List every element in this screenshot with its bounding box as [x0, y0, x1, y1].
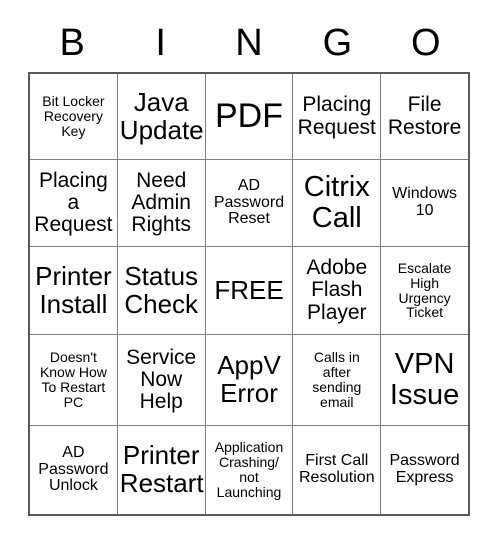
bingo-cell-o3[interactable]: Escalate High Urgency Ticket [381, 247, 468, 335]
bingo-cell-g5[interactable]: First Call Resolution [293, 426, 382, 514]
bingo-cell-label: Placing a Request [34, 168, 113, 237]
bingo-cell-label: Adobe Flash Player [306, 256, 368, 324]
bingo-cell-n5[interactable]: Application Crashing/ not Launching [205, 426, 294, 514]
bingo-cell-o1[interactable]: File Restore [381, 74, 468, 160]
bingo-header-row: B I N G O [28, 0, 470, 72]
bingo-row: Printer Install Status Check FREE Adobe … [30, 247, 468, 335]
bingo-cell-i2[interactable]: Need Admin Rights [117, 160, 206, 247]
bingo-cell-b3[interactable]: Printer Install [30, 247, 118, 335]
bingo-cell-label: Printer Install [35, 260, 112, 319]
bingo-cell-label: Escalate High Urgency Ticket [397, 259, 452, 321]
bingo-cell-i4[interactable]: Service Now Help [117, 335, 206, 426]
bingo-cell-label: Doesn't Know How To Restart PC [39, 349, 107, 410]
bingo-cell-label: Status Check [124, 260, 199, 319]
bingo-cell-o5[interactable]: Password Express [381, 426, 468, 514]
bingo-header-letter-g: G [322, 22, 353, 64]
bingo-row: Bit Locker Recovery Key Java Update PDF … [30, 74, 468, 160]
bingo-cell-label: Application Crashing/ not Launching [214, 439, 284, 500]
bingo-cell-g3[interactable]: Adobe Flash Player [293, 247, 382, 335]
bingo-row: Doesn't Know How To Restart PC Service N… [30, 335, 468, 426]
bingo-cell-g4[interactable]: Calls in after sending email [293, 335, 382, 426]
bingo-cell-n1[interactable]: PDF [205, 74, 294, 160]
bingo-header-letter-i: I [155, 22, 166, 64]
bingo-cell-label: AD Password Unlock [38, 443, 109, 495]
bingo-cell-g2[interactable]: Citrix Call [293, 160, 382, 247]
bingo-cell-label: Windows 10 [392, 185, 458, 219]
bingo-cell-n2[interactable]: AD Password Reset [205, 160, 294, 247]
bingo-cell-label: Bit Locker Recovery Key [42, 93, 105, 139]
bingo-cell-label: FREE [214, 274, 284, 305]
bingo-cell-b2[interactable]: Placing a Request [30, 160, 118, 247]
bingo-cell-label: File Restore [387, 93, 462, 139]
bingo-cell-label: Password Express [389, 452, 460, 486]
bingo-cell-label: Citrix Call [303, 171, 370, 234]
bingo-cell-label: AppV Error [217, 350, 281, 408]
bingo-card: B I N G O Bit Locker Recovery Key Java U… [28, 0, 470, 516]
bingo-cell-i1[interactable]: Java Update [117, 74, 206, 160]
bingo-cell-b5[interactable]: AD Password Unlock [30, 426, 118, 514]
bingo-row: Placing a Request Need Admin Rights AD P… [30, 160, 468, 247]
bingo-cell-label: Need Admin Rights [131, 168, 191, 237]
bingo-cell-label: Java Update [119, 86, 204, 145]
bingo-header-letter-o: O [411, 22, 441, 64]
bingo-cell-g1[interactable]: Placing Request [293, 74, 382, 160]
bingo-cell-n4[interactable]: AppV Error [205, 335, 294, 426]
bingo-cell-label: Printer Restart [119, 440, 204, 498]
bingo-cell-free-space[interactable]: FREE [205, 247, 294, 335]
bingo-cell-i3[interactable]: Status Check [117, 247, 206, 335]
bingo-cell-label: First Call Resolution [298, 452, 375, 486]
bingo-header-letter-b: B [59, 22, 85, 64]
bingo-grid: Bit Locker Recovery Key Java Update PDF … [28, 72, 470, 516]
bingo-cell-i5[interactable]: Printer Restart [117, 426, 206, 514]
bingo-cell-b1[interactable]: Bit Locker Recovery Key [30, 74, 118, 160]
bingo-cell-label: AD Password Reset [213, 176, 285, 228]
bingo-cell-label: VPN Issue [389, 348, 460, 411]
bingo-cell-label: PDF [214, 97, 283, 136]
bingo-cell-label: Calls in after sending email [312, 349, 362, 410]
bingo-cell-o4[interactable]: VPN Issue [381, 335, 468, 426]
bingo-cell-label: Service Now Help [126, 345, 197, 414]
bingo-cell-b4[interactable]: Doesn't Know How To Restart PC [30, 335, 118, 426]
bingo-cell-o2[interactable]: Windows 10 [381, 160, 468, 247]
bingo-header-letter-n: N [235, 22, 263, 64]
bingo-cell-label: Placing Request [297, 93, 376, 139]
bingo-row: AD Password Unlock Printer Restart Appli… [30, 426, 468, 514]
